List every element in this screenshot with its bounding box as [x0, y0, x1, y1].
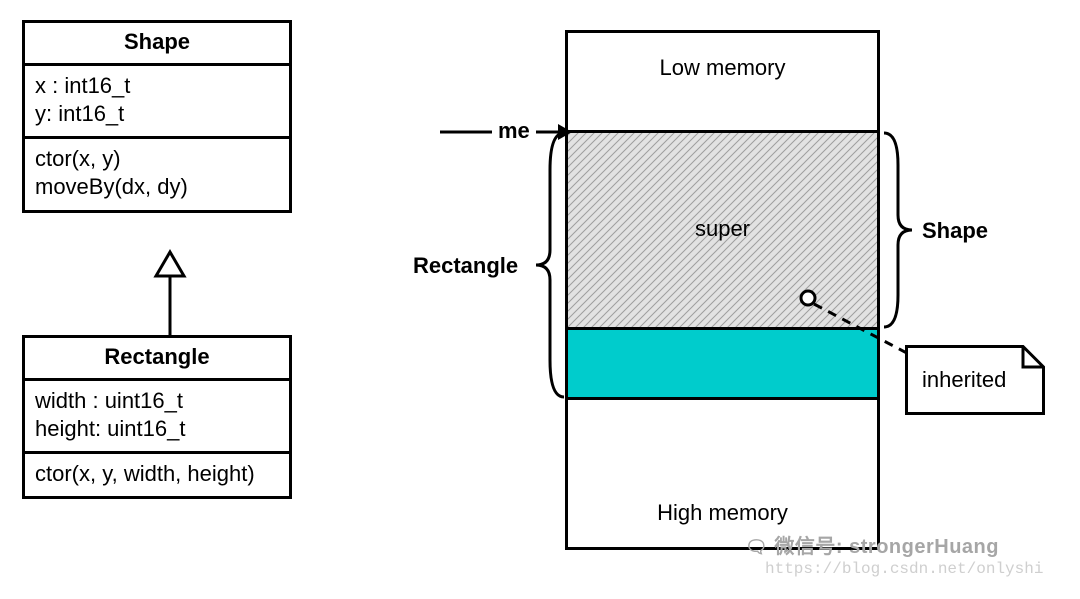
uml-attributes: width : uint16_t height: uint16_t — [25, 381, 289, 454]
uml-attr-row: width : uint16_t — [35, 387, 279, 415]
watermark-wechat: 🗨 微信号: strongerHuang — [745, 530, 999, 559]
brace-shape-label: Shape — [922, 218, 988, 244]
uml-attr-row: height: uint16_t — [35, 415, 279, 443]
uml-inheritance-arrow — [150, 252, 190, 337]
inherited-note-label: inherited — [922, 367, 1006, 393]
watermark-url: https://blog.csdn.net/onlyshi — [765, 560, 1043, 578]
uml-class-shape: Shape x : int16_t y: int16_t ctor(x, y) … — [22, 20, 292, 213]
high-memory-label: High memory — [565, 500, 880, 526]
uml-class-title: Shape — [25, 23, 289, 66]
memory-super-label: super — [565, 216, 880, 242]
uml-op-row: ctor(x, y) — [35, 145, 279, 173]
brace-rectangle — [530, 130, 570, 400]
uml-op-row: ctor(x, y, width, height) — [35, 460, 279, 488]
uml-class-title: Rectangle — [25, 338, 289, 381]
uml-operations: ctor(x, y, width, height) — [25, 454, 289, 496]
low-memory-label: Low memory — [565, 55, 880, 81]
brace-rectangle-label: Rectangle — [413, 253, 518, 279]
uml-operations: ctor(x, y) moveBy(dx, dy) — [25, 139, 289, 209]
uml-class-rectangle: Rectangle width : uint16_t height: uint1… — [22, 335, 292, 499]
uml-attributes: x : int16_t y: int16_t — [25, 66, 289, 139]
uml-op-row: moveBy(dx, dy) — [35, 173, 279, 201]
uml-attr-row: x : int16_t — [35, 72, 279, 100]
uml-attr-row: y: int16_t — [35, 100, 279, 128]
